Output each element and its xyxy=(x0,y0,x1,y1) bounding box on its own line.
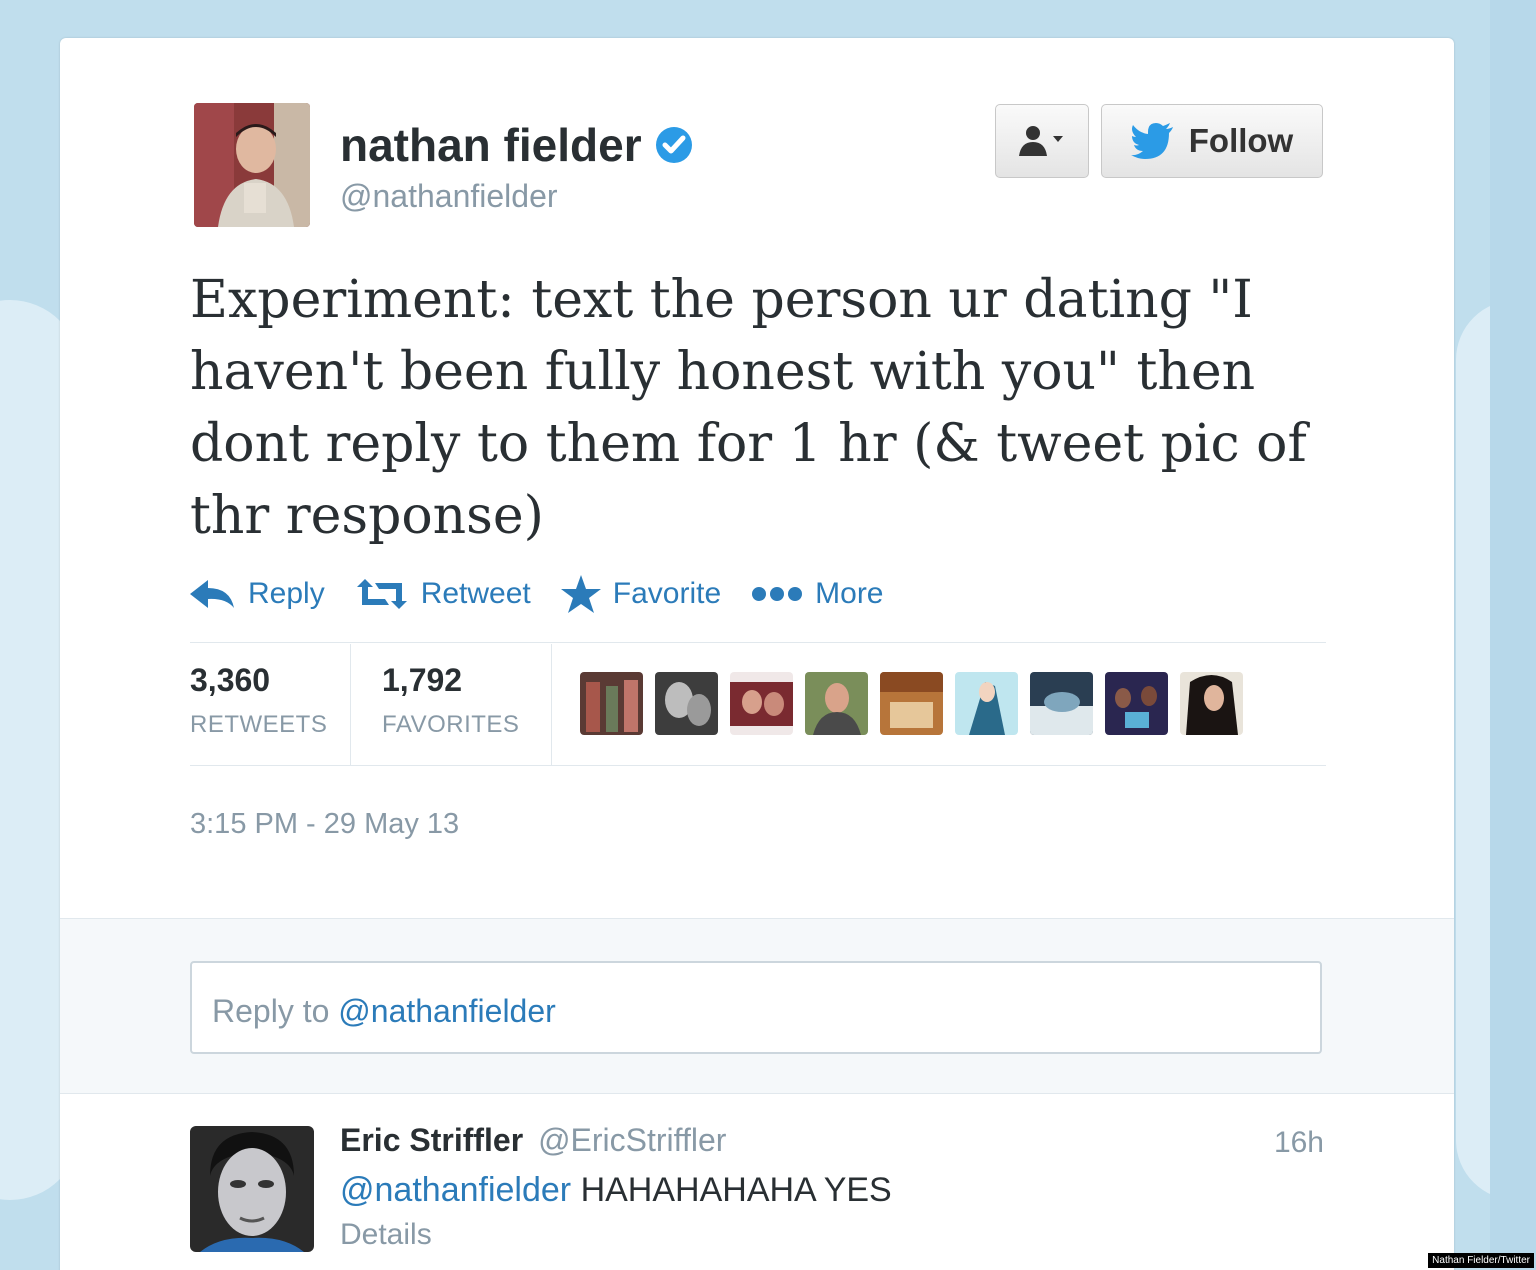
retweet-icon xyxy=(356,579,407,609)
favoriter-avatar[interactable] xyxy=(1180,672,1243,735)
reply-author-avatar[interactable] xyxy=(190,1126,314,1252)
reply-prefix: Reply to xyxy=(212,993,330,1029)
favorites-label: FAVORITES xyxy=(382,711,520,738)
favoriter-avatar[interactable] xyxy=(1030,672,1093,735)
favoriter-avatar[interactable] xyxy=(730,672,793,735)
favoriter-avatar[interactable] xyxy=(580,672,643,735)
tweet-stats: 3,360 RETWEETS 1,792 FAVORITES xyxy=(190,644,552,766)
user-dropdown-icon xyxy=(1019,126,1063,156)
reply-author-handle[interactable]: @EricStriffler xyxy=(538,1122,726,1158)
favoriter-avatar[interactable] xyxy=(880,672,943,735)
author-name-row: nathan fielder xyxy=(340,118,694,172)
tweet-card: nathan fielder @nathanfielder Follow Exp… xyxy=(60,38,1454,1270)
image-credit: Nathan Fielder/Twitter xyxy=(1428,1253,1534,1268)
more-action[interactable]: More xyxy=(751,577,884,611)
star-icon xyxy=(560,575,601,613)
favoriter-avatar[interactable] xyxy=(955,672,1018,735)
reply-author-name[interactable]: Eric Striffler xyxy=(340,1122,523,1158)
author-name[interactable]: nathan fielder xyxy=(340,118,642,172)
background-stripe xyxy=(1490,0,1536,1270)
reply-text: @nathanfielder HAHAHAHAHA YES xyxy=(340,1171,892,1210)
stats-divider-top xyxy=(190,642,1326,643)
user-actions-button[interactable] xyxy=(995,104,1089,178)
favorite-label: Favorite xyxy=(612,577,722,610)
reply-details-link[interactable]: Details xyxy=(340,1218,432,1252)
author-avatar[interactable] xyxy=(194,103,310,227)
reply-mention: @nathanfielder xyxy=(338,993,556,1029)
stats-separator xyxy=(551,644,552,766)
favoriter-avatar[interactable] xyxy=(805,672,868,735)
more-dots-icon xyxy=(752,587,803,601)
favoriter-avatar[interactable] xyxy=(1105,672,1168,735)
reply-author: Eric Striffler @EricStriffler xyxy=(340,1122,726,1159)
reply-action[interactable]: Reply xyxy=(190,577,325,611)
retweet-action[interactable]: Retweet xyxy=(355,577,531,611)
tweet-actions: Reply Retweet Favorite More xyxy=(190,575,884,613)
tweet-timestamp[interactable]: 3:15 PM - 29 May 13 xyxy=(190,808,459,841)
verified-badge-icon xyxy=(655,127,692,163)
favoriter-avatars xyxy=(580,672,1243,735)
tweet-text: Experiment: text the person ur dating "I… xyxy=(190,270,1307,546)
reply-text-mention[interactable]: @nathanfielder xyxy=(340,1171,571,1209)
retweets-label: RETWEETS xyxy=(190,711,328,738)
favorites-count: 1,792 xyxy=(382,662,463,698)
reply-input[interactable]: Reply to @nathanfielder xyxy=(190,961,1322,1054)
twitter-bird-icon xyxy=(1130,123,1173,159)
more-label: More xyxy=(815,577,884,610)
favorites-stat[interactable]: 1,792 FAVORITES xyxy=(351,644,551,766)
retweets-stat[interactable]: 3,360 RETWEETS xyxy=(190,644,350,766)
reply-icon xyxy=(190,580,234,608)
favorite-action[interactable]: Favorite xyxy=(560,575,722,613)
reply-time[interactable]: 16h xyxy=(1274,1126,1324,1160)
author-handle[interactable]: @nathanfielder xyxy=(340,178,558,215)
follow-button[interactable]: Follow xyxy=(1101,104,1323,178)
retweets-count: 3,360 xyxy=(190,662,271,698)
reply-section: Reply to @nathanfielder xyxy=(60,918,1454,1094)
reply-label: Reply xyxy=(248,577,325,610)
reply-text-body: HAHAHAHAHA YES xyxy=(580,1171,892,1209)
follow-label: Follow xyxy=(1188,122,1294,159)
stats-divider-bottom xyxy=(190,765,1326,766)
favoriter-avatar[interactable] xyxy=(655,672,718,735)
retweet-label: Retweet xyxy=(420,577,531,610)
